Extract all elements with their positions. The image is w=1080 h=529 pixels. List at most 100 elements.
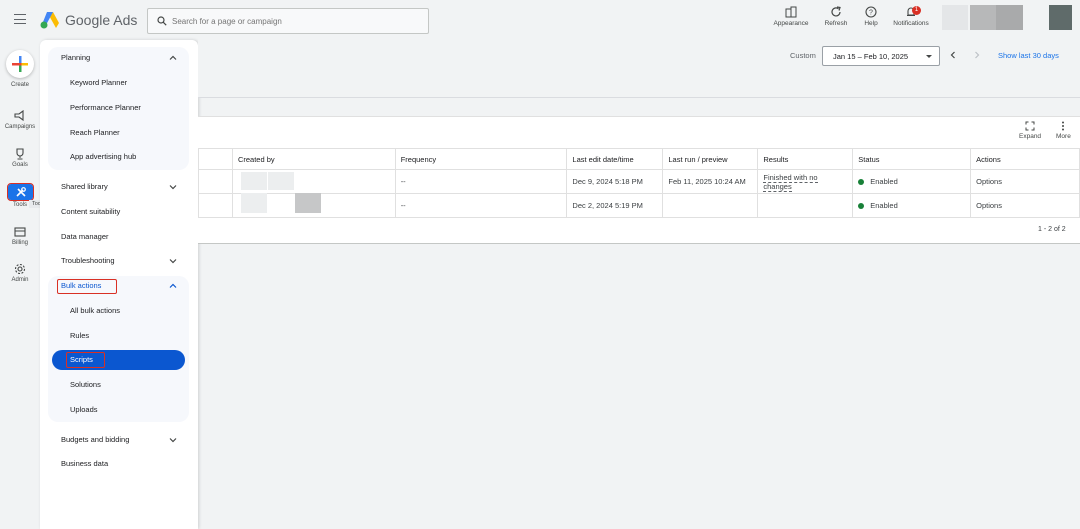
menu-scripts[interactable]: Scripts <box>40 349 198 371</box>
col-header-frequency[interactable]: Frequency <box>394 148 568 170</box>
cell-last-edit: Dec 9, 2024 5:18 PM <box>566 169 664 194</box>
status-text: Enabled <box>870 201 898 210</box>
menu-performance-planner-label: Performance Planner <box>70 103 141 112</box>
menu-planning[interactable]: Planning <box>40 47 198 69</box>
megaphone-icon <box>14 110 24 122</box>
refresh-label: Refresh <box>824 20 848 27</box>
refresh-icon <box>831 6 841 17</box>
menu-content-suitability[interactable]: Content suitability <box>40 201 198 223</box>
cell-results <box>757 193 854 218</box>
rail-admin-label: Admin <box>11 277 29 283</box>
menu-business-data[interactable]: Business data <box>40 453 198 475</box>
chevron-left-icon[interactable] <box>948 50 958 60</box>
help-icon: ? <box>865 6 877 18</box>
help-label: Help <box>864 20 878 27</box>
table-row[interactable]: -- Dec 2, 2024 5:19 PM Enabled Options <box>198 193 1080 218</box>
tools-icon <box>15 187 26 197</box>
rail-goals[interactable]: Goals <box>0 148 40 168</box>
col-header-created-by[interactable]: Created by <box>231 148 396 170</box>
status-enabled-dot <box>858 178 865 185</box>
cell-status: Enabled <box>852 193 972 218</box>
chevron-up-icon <box>169 283 177 288</box>
menu-uploads[interactable]: Uploads <box>40 399 198 421</box>
rail-admin[interactable]: Admin <box>0 263 40 283</box>
cell-name[interactable] <box>198 193 233 218</box>
left-rail: Create Campaigns Goals Tools Billing Adm… <box>0 40 40 529</box>
redacted-creator <box>241 172 267 190</box>
notifications-button[interactable]: 1 Notifications <box>889 6 933 34</box>
menu-keyword-planner[interactable]: Keyword Planner <box>40 72 198 94</box>
account-name[interactable] <box>970 5 1023 30</box>
cell-status: Enabled <box>852 169 972 194</box>
scripts-highlight <box>66 352 105 368</box>
menu-rules-label: Rules <box>70 331 90 340</box>
search-input[interactable] <box>172 13 422 30</box>
google-ads-logo <box>40 12 59 29</box>
avatar[interactable] <box>1049 5 1072 30</box>
show-last-30-days-link[interactable]: Show last 30 days <box>998 51 1059 60</box>
menu-all-bulk-actions[interactable]: All bulk actions <box>40 300 198 322</box>
menu-app-advertising-hub[interactable]: App advertising hub <box>40 146 198 168</box>
status-enabled-dot <box>858 202 865 209</box>
chevron-right-icon[interactable] <box>972 50 982 60</box>
col-header-name <box>198 148 233 170</box>
menu-planning-label: Planning <box>61 53 91 62</box>
pagination-text: 1 - 2 of 2 <box>1038 226 1066 233</box>
cell-last-run <box>662 193 759 218</box>
menu-uploads-label: Uploads <box>70 405 98 414</box>
chevron-down-icon <box>169 185 177 190</box>
menu-keyword-planner-label: Keyword Planner <box>70 78 128 87</box>
col-header-results[interactable]: Results <box>757 148 854 170</box>
col-header-last-run[interactable]: Last run / preview <box>662 148 759 170</box>
col-header-actions[interactable]: Actions <box>970 148 1080 170</box>
menu-data-manager-label: Data manager <box>61 232 109 241</box>
redacted-creator <box>268 172 294 190</box>
appearance-button[interactable]: Appearance <box>772 6 810 34</box>
create-button[interactable] <box>6 50 34 78</box>
date-range-select[interactable]: Jan 15 – Feb 10, 2025 <box>822 46 940 66</box>
menu-troubleshooting-label: Troubleshooting <box>61 256 115 265</box>
results-link[interactable]: Finished with no changes <box>763 172 818 192</box>
cell-actions[interactable]: Options <box>970 193 1080 218</box>
search-bar[interactable] <box>147 8 429 34</box>
cell-actions[interactable]: Options <box>970 169 1080 194</box>
menu-shared-library-label: Shared library <box>61 182 108 191</box>
refresh-button[interactable]: Refresh <box>822 6 850 34</box>
col-header-status[interactable]: Status <box>852 148 972 170</box>
notifications-label: Notifications <box>893 20 929 27</box>
menu-solutions-label: Solutions <box>70 380 101 389</box>
plus-icon <box>12 56 28 72</box>
col-header-last-edit[interactable]: Last edit date/time <box>566 148 664 170</box>
rail-campaigns[interactable]: Campaigns <box>0 110 40 130</box>
more-button[interactable]: More <box>1056 121 1071 140</box>
menu-reach-planner[interactable]: Reach Planner <box>40 122 198 144</box>
expand-label: Expand <box>1019 133 1042 140</box>
menu-budgets-and-bidding[interactable]: Budgets and bidding <box>40 429 198 451</box>
dropdown-arrow-icon <box>926 55 932 58</box>
credit-card-icon <box>14 227 26 237</box>
table-row[interactable]: -- Dec 9, 2024 5:18 PM Feb 11, 2025 10:2… <box>198 169 1080 194</box>
tools-flyout-menu: Planning Keyword Planner Performance Pla… <box>40 40 198 529</box>
expand-button[interactable]: Expand <box>1019 121 1041 140</box>
rail-tools-button[interactable] <box>7 183 34 201</box>
date-range-value: Jan 15 – Feb 10, 2025 <box>833 52 909 61</box>
appearance-label: Appearance <box>773 20 809 27</box>
cell-name[interactable] <box>198 169 233 194</box>
appearance-icon <box>785 6 797 18</box>
menu-troubleshooting[interactable]: Troubleshooting <box>40 250 198 272</box>
menu-budgets-and-bidding-label: Budgets and bidding <box>61 435 130 444</box>
cell-last-run: Feb 11, 2025 10:24 AM <box>662 169 759 194</box>
scripts-table: Created by Frequency Last edit date/time… <box>198 148 1080 218</box>
menu-performance-planner[interactable]: Performance Planner <box>40 97 198 119</box>
menu-shared-library[interactable]: Shared library <box>40 176 198 198</box>
rail-billing[interactable]: Billing <box>0 226 40 246</box>
menu-solutions[interactable]: Solutions <box>40 374 198 396</box>
menu-icon[interactable] <box>14 14 26 24</box>
top-bar: Google Ads Appearance Refresh ? Help 1 N… <box>0 0 1080 40</box>
menu-rules[interactable]: Rules <box>40 325 198 347</box>
account-block[interactable] <box>942 5 968 30</box>
menu-data-manager[interactable]: Data manager <box>40 226 198 248</box>
menu-content-suitability-label: Content suitability <box>61 207 121 216</box>
cell-results[interactable]: Finished with no changes <box>757 169 854 194</box>
help-button[interactable]: ? Help <box>861 6 881 34</box>
